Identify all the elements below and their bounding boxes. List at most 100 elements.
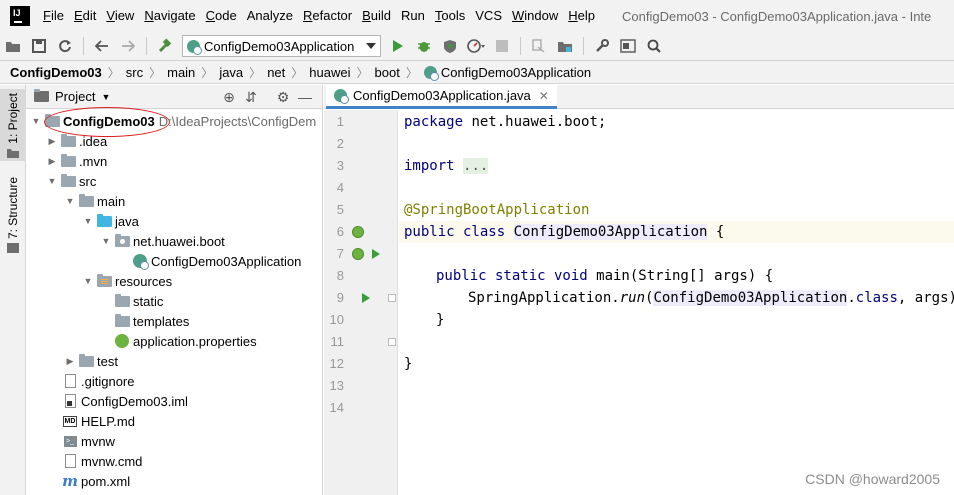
back-icon[interactable] bbox=[91, 35, 113, 57]
folded-imports[interactable]: ... bbox=[463, 158, 489, 174]
tree-item-mvnw-cmd[interactable]: mvnw.cmd bbox=[60, 451, 142, 471]
profile-icon[interactable] bbox=[465, 35, 487, 57]
breadcrumb-boot[interactable]: boot bbox=[375, 65, 400, 80]
tree-root[interactable]: ▼ ConfigDemo03 D:\IdeaProjects\ConfigDem bbox=[30, 111, 316, 131]
tree-item-static[interactable]: static bbox=[112, 291, 163, 311]
main-toolbar: ConfigDemo03Application bbox=[0, 32, 954, 60]
open-icon[interactable] bbox=[2, 35, 24, 57]
build-hammer-icon[interactable] bbox=[154, 35, 176, 57]
tool-tab-structure[interactable]: 7: Structure bbox=[0, 177, 26, 254]
tree-item-resources[interactable]: ▼ resources bbox=[82, 271, 172, 291]
forward-icon[interactable] bbox=[117, 35, 139, 57]
tree-label: .gitignore bbox=[81, 373, 135, 389]
tree-item-application-class[interactable]: ConfigDemo03Application bbox=[130, 251, 301, 271]
line-number: 3 bbox=[336, 158, 344, 173]
locate-icon[interactable]: ⊕ bbox=[218, 89, 240, 106]
gear-icon[interactable]: ⚙ bbox=[272, 89, 294, 106]
menu-window[interactable]: Window bbox=[507, 0, 563, 32]
project-panel-title[interactable]: Project bbox=[55, 89, 95, 104]
tree-item-application-properties[interactable]: application.properties bbox=[112, 331, 257, 351]
tool-tab-project[interactable]: 1: Project bbox=[0, 89, 26, 161]
debug-icon[interactable] bbox=[413, 35, 435, 57]
breadcrumb-huawei[interactable]: huawei bbox=[309, 65, 350, 80]
settings-wrench-icon[interactable] bbox=[591, 35, 613, 57]
tree-item-iml[interactable]: ConfigDemo03.iml bbox=[60, 391, 188, 411]
coverage-icon[interactable] bbox=[439, 35, 461, 57]
tree-item-package[interactable]: ▼ net.huawei.boot bbox=[100, 231, 225, 251]
menu-help[interactable]: Help bbox=[563, 0, 600, 32]
menu-view[interactable]: View bbox=[101, 0, 139, 32]
run-configuration-select[interactable]: ConfigDemo03Application bbox=[182, 35, 381, 57]
expanded-arrow-icon[interactable]: ▼ bbox=[30, 116, 42, 126]
expanded-arrow-icon[interactable]: ▼ bbox=[64, 196, 76, 206]
tree-item-help-md[interactable]: MD HELP.md bbox=[60, 411, 135, 431]
breadcrumb-main[interactable]: main bbox=[167, 65, 195, 80]
breadcrumb-java[interactable]: java bbox=[219, 65, 243, 80]
spring-bean-icon[interactable] bbox=[352, 221, 364, 243]
menu-refactor[interactable]: Refactor bbox=[298, 0, 357, 32]
tree-item-mvn[interactable]: ▶ .mvn bbox=[46, 151, 107, 171]
project-panel: Project ▼ ⊕ ⇵ ⚙ — ▼ ConfigDemo03 D:\Idea… bbox=[26, 85, 323, 495]
tree-item-gitignore[interactable]: .gitignore bbox=[60, 371, 134, 391]
expanded-arrow-icon[interactable]: ▼ bbox=[82, 216, 94, 226]
expanded-arrow-icon[interactable]: ▼ bbox=[46, 176, 58, 186]
menu-build[interactable]: Build bbox=[357, 0, 396, 32]
folder-icon bbox=[78, 353, 94, 368]
tree-root-name: ConfigDemo03 bbox=[63, 113, 155, 129]
search-icon[interactable] bbox=[643, 35, 665, 57]
editor-tab-application-java[interactable]: ConfigDemo03Application.java ✕ bbox=[326, 85, 557, 109]
structure-icon[interactable] bbox=[617, 35, 639, 57]
collapse-all-icon[interactable]: ⇵ bbox=[240, 89, 262, 106]
minimize-icon[interactable]: — bbox=[294, 89, 316, 105]
breadcrumb-project[interactable]: ConfigDemo03 bbox=[10, 65, 102, 80]
run-icon[interactable] bbox=[387, 35, 409, 57]
menu-code[interactable]: Code bbox=[201, 0, 242, 32]
fold-icon[interactable] bbox=[388, 331, 396, 353]
git-icon[interactable] bbox=[528, 35, 550, 57]
line-number: 13 bbox=[329, 378, 344, 393]
code-editor[interactable]: package net.huawei.boot; import ... @Spr… bbox=[399, 110, 954, 495]
collapsed-arrow-icon[interactable]: ▶ bbox=[46, 136, 58, 147]
close-icon[interactable]: ✕ bbox=[539, 89, 549, 103]
tree-item-idea[interactable]: ▶ .idea bbox=[46, 131, 107, 151]
class-icon bbox=[423, 65, 439, 81]
menu-navigate[interactable]: Navigate bbox=[139, 0, 200, 32]
tree-item-src[interactable]: ▼ src bbox=[46, 171, 96, 191]
menu-tools[interactable]: Tools bbox=[430, 0, 470, 32]
menu-run[interactable]: Run bbox=[396, 0, 430, 32]
project-structure-icon[interactable] bbox=[554, 35, 576, 57]
expanded-arrow-icon[interactable]: ▼ bbox=[100, 236, 112, 246]
tree-item-mvnw[interactable]: >_ mvnw bbox=[60, 431, 115, 451]
expanded-arrow-icon[interactable]: ▼ bbox=[82, 276, 94, 286]
collapsed-arrow-icon[interactable]: ▶ bbox=[64, 356, 76, 367]
breadcrumb-net[interactable]: net bbox=[267, 65, 285, 80]
intellij-logo-icon: IJ bbox=[10, 6, 30, 26]
tree-item-templates[interactable]: templates bbox=[112, 311, 189, 331]
tree-item-test[interactable]: ▶ test bbox=[64, 351, 118, 371]
breadcrumb-class[interactable]: ConfigDemo03Application bbox=[441, 65, 591, 80]
watermark: CSDN @howard2005 bbox=[805, 471, 940, 487]
menu-file[interactable]: File bbox=[38, 0, 69, 32]
run-gutter-icon[interactable] bbox=[362, 287, 370, 309]
maven-icon: m bbox=[62, 472, 78, 490]
collapsed-arrow-icon[interactable]: ▶ bbox=[46, 156, 58, 167]
text-file-icon bbox=[62, 454, 78, 468]
menu-vcs[interactable]: VCS bbox=[470, 0, 507, 32]
fold-icon[interactable] bbox=[388, 287, 396, 309]
chevron-down-icon[interactable]: ▼ bbox=[101, 92, 110, 102]
stop-icon[interactable] bbox=[491, 35, 513, 57]
tree-item-java[interactable]: ▼ java bbox=[82, 211, 139, 231]
sync-icon[interactable] bbox=[54, 35, 76, 57]
shell-script-icon: >_ bbox=[62, 434, 78, 448]
breadcrumb-src[interactable]: src bbox=[126, 65, 143, 80]
spring-boot-class-icon bbox=[334, 89, 349, 104]
run-gutter-icon[interactable] bbox=[372, 243, 380, 265]
save-icon[interactable] bbox=[28, 35, 50, 57]
module-folder-icon bbox=[44, 113, 60, 128]
tree-item-pom[interactable]: m pom.xml bbox=[60, 471, 130, 491]
tree-item-main[interactable]: ▼ main bbox=[64, 191, 125, 211]
toolbar-separator bbox=[520, 37, 521, 55]
spring-bean-icon[interactable] bbox=[352, 243, 364, 265]
menu-analyze[interactable]: Analyze bbox=[242, 0, 298, 32]
menu-edit[interactable]: Edit bbox=[69, 0, 101, 32]
